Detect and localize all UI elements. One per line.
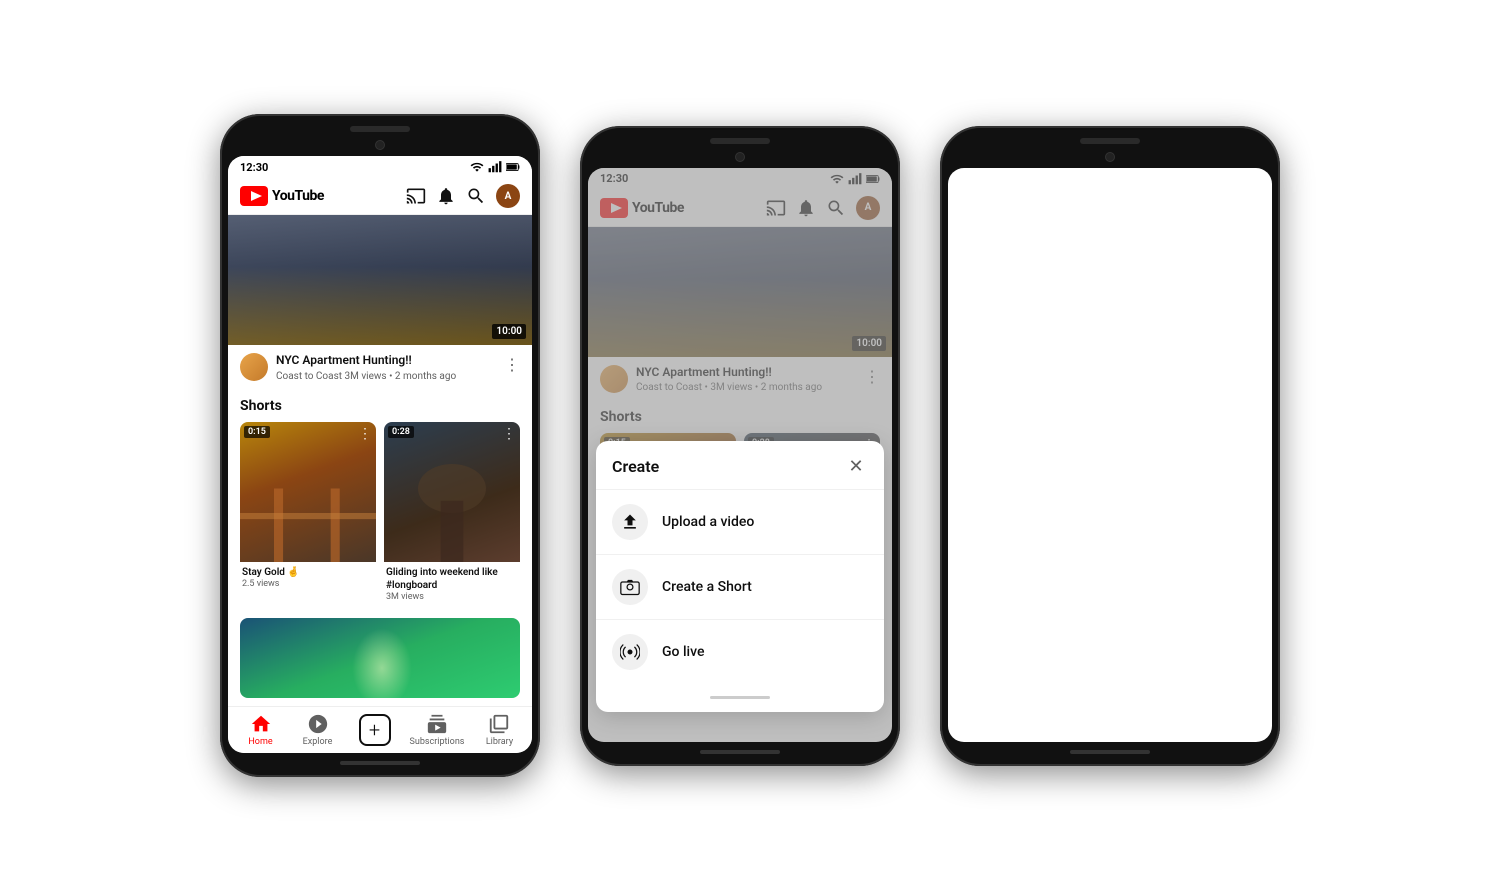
go-live-item[interactable]: Go live [596,619,884,684]
phone-camera-2 [735,152,745,162]
phone-speaker-3 [1080,138,1140,144]
short-views-1: 2.5 views [242,579,374,589]
account-avatar-1[interactable]: A [496,184,520,208]
short-duration-1: 0:15 [244,426,270,438]
search-icon[interactable] [466,186,486,206]
home-bar-3 [1070,750,1150,754]
phone-speaker-2 [710,138,770,144]
nav-home-label: Home [248,737,272,747]
create-modal-close-btn[interactable]: ✕ [844,455,868,479]
short-card-1[interactable]: 0:15 ⋮ Stay Gold 🤞 2.5 views [240,422,376,606]
youtube-logo-icon [240,186,268,206]
nav-subs-1[interactable]: Subscriptions [410,713,465,747]
create-short-icon-wrapper [612,569,648,605]
phone-camera-1 [375,140,385,150]
short-visual-1 [240,464,376,562]
subscriptions-icon [426,713,448,735]
nav-subs-label: Subscriptions [410,737,465,747]
video-duration-1: 10:00 [492,324,526,339]
phone-speaker-1 [350,126,410,132]
upload-icon-wrapper [612,504,648,540]
home-bar-1 [340,761,420,765]
live-icon [620,642,640,662]
bottom-nav-1: Home Explore + Subscriptions Library [228,706,532,753]
create-modal-title: Create [612,457,659,476]
library-icon [488,713,510,735]
home-icon [250,713,272,735]
add-button-1[interactable]: + [359,714,391,746]
video-title-1: NYC Apartment Hunting!! [276,353,496,369]
phone-bottom-3 [1070,750,1150,754]
short-title-2: Gliding into weekend like #longboard [386,566,518,592]
upload-video-label: Upload a video [662,514,754,530]
phone-screen-3: ✕ Add music Speed [948,168,1272,742]
go-live-label: Go live [662,644,704,660]
short-more-2[interactable]: ⋮ [502,426,516,442]
short-card-2[interactable]: 0:28 ⋮ Gliding into weekend like #longbo… [384,422,520,606]
short-thumb-2: 0:28 ⋮ [384,422,520,562]
phone-1: 12:30 YouTube [220,114,540,777]
short-thumb-1: 0:15 ⋮ [240,422,376,562]
nav-library-label: Library [486,737,513,747]
upload-video-item[interactable]: Upload a video [596,489,884,554]
status-time-1: 12:30 [240,161,268,174]
camera-icon [620,577,640,597]
signal-icon [488,160,502,174]
phone-camera-3 [1105,152,1115,162]
shorts-title-1: Shorts [240,398,520,414]
create-modal-header: Create ✕ [596,441,884,489]
video-sub-1: Coast to Coast 3M views • 2 months ago [276,371,496,382]
yt-logo-1[interactable]: YouTube [240,186,324,206]
phone-3: ✕ Add music Speed [940,126,1280,766]
phone-bottom-1 [340,761,420,765]
nav-home-1[interactable]: Home [239,713,283,747]
video-meta-1: NYC Apartment Hunting!! Coast to Coast 3… [276,353,496,382]
landscape-thumb-1 [240,618,520,698]
modal-bottom-bar [710,696,770,699]
short-info-2: Gliding into weekend like #longboard 3M … [384,562,520,606]
channel-avatar-1 [240,353,268,381]
phone-2: 12:30 YouTube A [580,126,900,766]
status-icons-1 [470,160,520,174]
wifi-icon [470,160,484,174]
nav-explore-label: Explore [303,737,333,747]
shorts-row-1: 0:15 ⋮ Stay Gold 🤞 2.5 views [240,422,520,606]
phone-bottom-2 [700,750,780,754]
cast-icon[interactable] [406,186,426,206]
nav-add-1[interactable]: + [353,714,397,746]
yt-header-1: YouTube A [228,178,532,215]
create-short-item[interactable]: Create a Short [596,554,884,619]
more-options-btn-1[interactable]: ⋮ [504,353,520,374]
short-views-2: 3M views [386,592,518,602]
phone-screen-1: 12:30 YouTube [228,156,532,753]
create-short-label: Create a Short [662,579,752,595]
yt-header-icons-1: A [406,184,520,208]
battery-icon [506,160,520,174]
video-overlay-1 [228,215,532,345]
create-modal: Create ✕ Upload a video Create a Short [596,441,884,712]
video-info-1: NYC Apartment Hunting!! Coast to Coast 3… [228,345,532,390]
short-info-1: Stay Gold 🤞 2.5 views [240,562,376,593]
phone-camera-bar-2 [735,152,745,162]
yt-logo-text-1: YouTube [272,188,324,204]
go-live-icon-wrapper [612,634,648,670]
phone-camera-bar-3 [1105,152,1115,162]
landscape-rays [352,628,412,698]
notifications-icon[interactable] [436,186,456,206]
shorts-section-1: Shorts 0:15 ⋮ Stay Gol [228,390,532,610]
nav-library-1[interactable]: Library [477,713,521,747]
upload-icon [620,512,640,532]
short-visual-2 [384,464,520,562]
explore-icon [307,713,329,735]
short-more-1[interactable]: ⋮ [358,426,372,442]
main-video-thumb-1[interactable]: 10:00 [228,215,532,345]
short-title-1: Stay Gold 🤞 [242,566,374,579]
short-duration-2: 0:28 [388,426,414,438]
home-bar-2 [700,750,780,754]
nav-explore-1[interactable]: Explore [296,713,340,747]
phone-screen-2: 12:30 YouTube A [588,168,892,742]
phone-camera-bar-1 [375,140,385,150]
status-bar-1: 12:30 [228,156,532,178]
